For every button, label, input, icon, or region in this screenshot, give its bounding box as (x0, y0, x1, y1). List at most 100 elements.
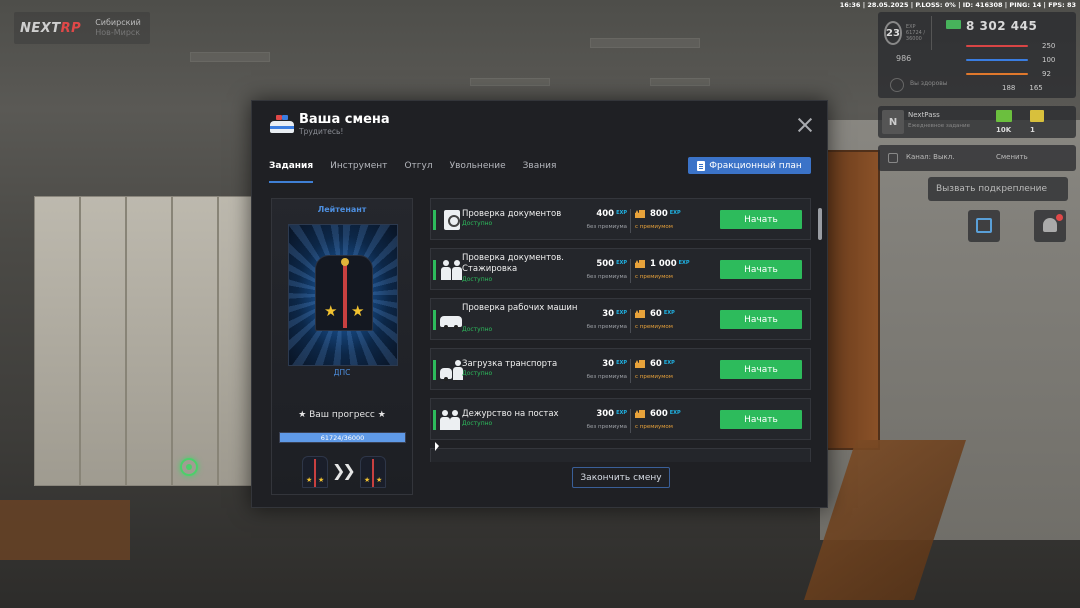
rank-epaulette-image: ★ ★ (288, 224, 398, 366)
task-row (430, 448, 811, 462)
heart-icon (890, 78, 904, 92)
start-task-button[interactable]: Начать (720, 360, 802, 379)
progress-label: ★ Ваш прогресс ★ (298, 410, 386, 420)
mouse-cursor-icon (435, 442, 439, 451)
label-premium: с премиумом (635, 224, 673, 230)
task-status: Доступно (462, 220, 493, 227)
reward-base: 500 EXP (596, 259, 627, 269)
crown-icon (635, 410, 645, 418)
rank-title: Лейтенант (317, 205, 367, 214)
reward-premium: 60 EXP (650, 359, 675, 369)
vital-bars: 250 100 92 188 165 (966, 39, 1074, 95)
label-no-premium: без премиума (586, 324, 627, 330)
task-name: Дежурство на постах (462, 409, 559, 419)
hunger-bar-row: 92 (966, 67, 1074, 81)
task-name: Проверка документов. Стажировка (462, 253, 564, 274)
calendar-icon (976, 218, 992, 233)
task-row: Загрузка транспорта Доступно 30 EXP без п… (430, 348, 811, 390)
crown-icon (635, 310, 645, 318)
armor-bar-row: 100 (966, 53, 1074, 67)
task-list-scrollbar[interactable] (818, 208, 822, 240)
label-premium: с премиумом (635, 274, 673, 280)
label-no-premium: без премиума (586, 374, 627, 380)
task-name: Загрузка транспорта (462, 359, 558, 369)
start-task-button[interactable]: Начать (720, 410, 802, 429)
tow-icon (440, 358, 463, 382)
nextpass-panel[interactable]: N NextPass Ежедневное задание 10K 1 (878, 106, 1076, 138)
task-name: Проверка документов (462, 209, 562, 219)
nextpass-title: NextPass (908, 111, 940, 119)
crown-icon (635, 260, 645, 268)
start-task-button[interactable]: Начать (720, 310, 802, 329)
level-exp: EXP 61724 / 36000 (905, 24, 926, 42)
bench (0, 500, 130, 560)
label-premium: с премиумом (635, 424, 673, 430)
modal-header: Ваша смена Трудитесь! (252, 101, 827, 149)
officers-icon (440, 258, 462, 282)
modal-title: Ваша смена (299, 112, 390, 127)
shift-modal: Ваша смена Трудитесь! Задания Инструмент… (251, 100, 828, 508)
player-stats-panel: 23 EXP 61724 / 36000 8 302 445 250 100 9… (878, 12, 1076, 98)
reward-premium: 1 000 EXP (650, 259, 690, 269)
health-status: Вы здоровы (910, 80, 948, 87)
ceiling-light (650, 78, 710, 86)
ceiling-light (190, 52, 270, 62)
ceiling-light (470, 78, 550, 86)
calendar-button[interactable] (968, 210, 1000, 242)
call-backup-button[interactable]: Вызвать подкрепление (928, 177, 1068, 201)
task-status: Доступно (462, 326, 493, 333)
tab-day-off[interactable]: Отгул (404, 157, 432, 183)
epaulette-icon: ★ ★ (315, 255, 373, 331)
modal-tabs: Задания Инструмент Отгул Увольнение Зван… (269, 157, 573, 183)
reward-premium: 60 EXP (650, 309, 675, 319)
server-info: Сибирский Нов-Мирск (95, 18, 141, 38)
task-status: Доступно (462, 276, 493, 283)
bell-icon (1043, 218, 1057, 232)
rank-department: ДПС (333, 368, 351, 377)
health-bar-row: 250 (966, 39, 1074, 53)
reward-premium: 800 EXP (650, 209, 681, 219)
level-block: 23 EXP 61724 / 36000 (884, 16, 932, 50)
radio-channel-panel[interactable]: Канал: Выкл. Сменить (878, 145, 1076, 171)
crown-icon (635, 210, 645, 218)
rank-card: Лейтенант ★ ★ ДПС ★ Ваш прогресс ★ 61724… (271, 198, 413, 495)
reward-base: 30 EXP (602, 359, 627, 369)
patrol-icon (440, 408, 462, 432)
notifications-button[interactable] (1034, 210, 1066, 242)
start-task-button[interactable]: Начать (720, 260, 802, 279)
current-rank-icon: ★ ★ (302, 456, 328, 488)
end-shift-button[interactable]: Закончить смену (572, 467, 670, 488)
task-status: Доступно (462, 370, 493, 377)
ticket-reward-icon (1030, 110, 1044, 122)
tab-tools[interactable]: Инструмент (330, 157, 387, 183)
star-icon: ★ (351, 302, 365, 320)
reward-base: 400 EXP (596, 209, 627, 219)
reputation-value: 986 (896, 54, 912, 63)
notification-badge (1056, 214, 1063, 221)
task-row: Проверка документов. Стажировка Доступно… (430, 248, 811, 290)
label-premium: с премиумом (635, 374, 673, 380)
cash-icon (946, 20, 961, 29)
radio-icon (888, 153, 898, 163)
reward-premium: 600 EXP (650, 409, 681, 419)
star-icon: ★ (324, 302, 338, 320)
task-status: Доступно (462, 420, 493, 427)
channel-change[interactable]: Сменить (996, 153, 1028, 161)
next-rank-icon: ★ ★ (360, 456, 386, 488)
task-row: Проверка рабочих машин Доступно 30 EXP бе… (430, 298, 811, 340)
tab-tasks[interactable]: Задания (269, 157, 314, 183)
cash-reward-icon (996, 110, 1012, 122)
weight-bar-row: 188 165 (1002, 84, 1043, 92)
faction-plan-button[interactable]: Фракционный план (688, 157, 811, 174)
close-icon[interactable] (797, 117, 813, 133)
task-name: Проверка рабочих машин (462, 303, 578, 313)
server-name: Сибирский (95, 18, 141, 27)
faction-plan-label: Фракционный план (709, 160, 802, 171)
tab-resignation[interactable]: Увольнение (450, 157, 506, 183)
label-no-premium: без премиума (586, 424, 627, 430)
nextpass-subtitle: Ежедневное задание (908, 123, 970, 129)
level-badge: 23 (884, 21, 902, 45)
nextpass-reward-count: 1 (1030, 126, 1035, 134)
start-task-button[interactable]: Начать (720, 210, 802, 229)
tab-ranks[interactable]: Звания (523, 157, 557, 183)
